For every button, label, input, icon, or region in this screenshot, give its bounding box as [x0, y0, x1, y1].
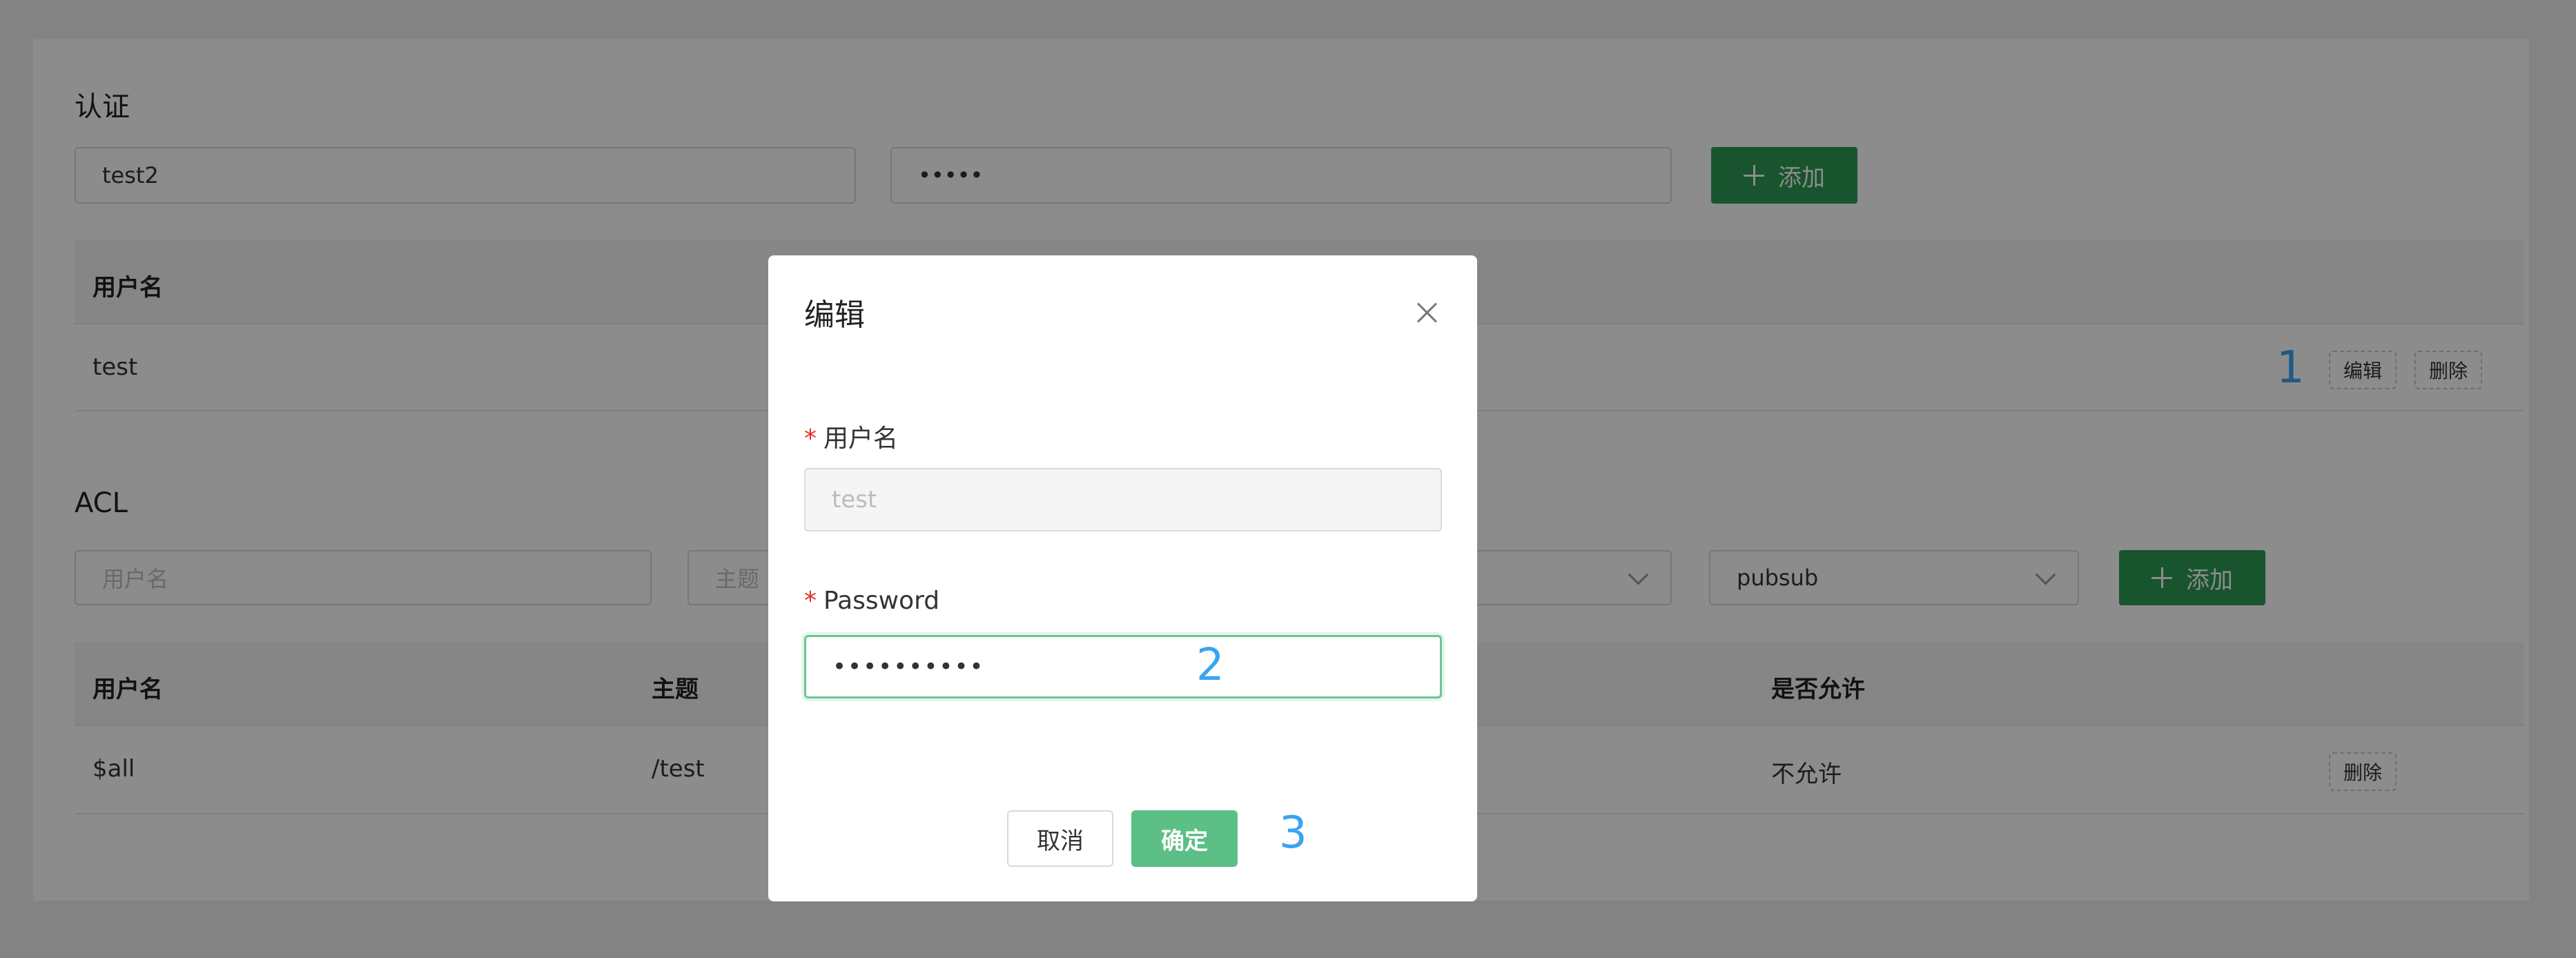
required-mark: * [804, 587, 817, 615]
password-label-text: Password [823, 587, 940, 615]
close-icon[interactable] [1416, 302, 1437, 323]
username-label: * 用户名 [804, 418, 898, 454]
username-label-text: 用户名 [823, 424, 899, 453]
annotation-3: 3 [1279, 808, 1307, 859]
confirm-button[interactable]: 确定 [1131, 810, 1238, 867]
modal-password-input[interactable]: •••••••••• [804, 635, 1442, 698]
modal-username-input[interactable]: test [804, 468, 1442, 531]
cancel-button[interactable]: 取消 [1007, 810, 1113, 867]
modal-title: 编辑 [804, 297, 865, 333]
password-label: * Password [804, 587, 939, 615]
edit-modal: 编辑 * 用户名 test * Password •••••••••• 2 取消 确… [768, 255, 1477, 901]
required-mark: * [804, 424, 817, 453]
annotation-2: 2 [1196, 640, 1224, 691]
